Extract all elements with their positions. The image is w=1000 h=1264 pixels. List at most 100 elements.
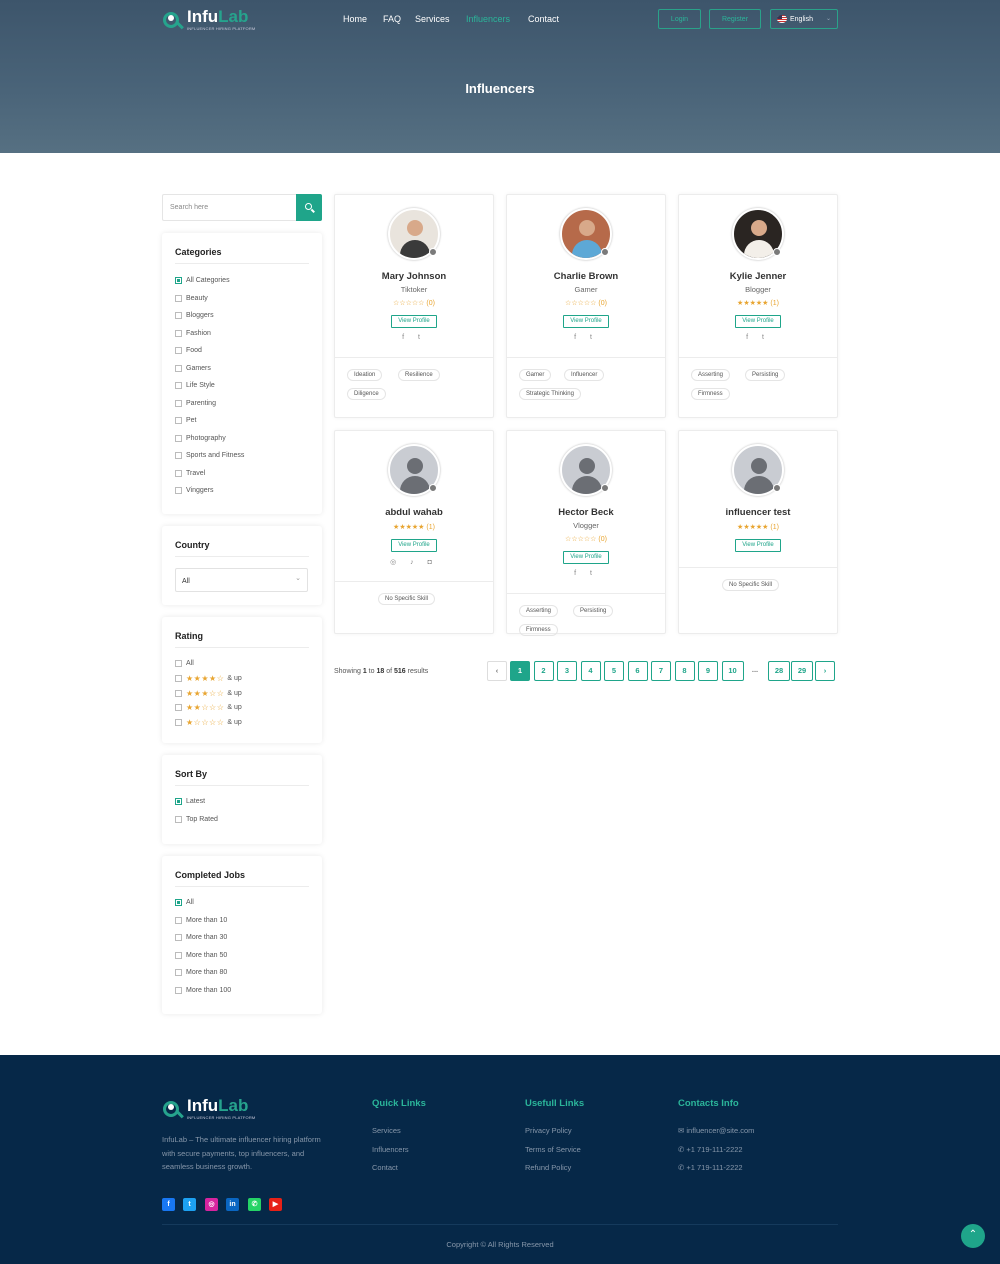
- categories-option[interactable]: Food: [175, 347, 202, 354]
- influencer-name[interactable]: Charlie Brown: [507, 271, 665, 282]
- next-page-button[interactable]: ›: [815, 661, 835, 681]
- contact-item[interactable]: ✆ +1 719-111-2222: [678, 1163, 743, 1172]
- influencer-name[interactable]: influencer test: [679, 507, 837, 518]
- nav-services[interactable]: Services: [415, 14, 450, 24]
- view-profile-button[interactable]: View Profile: [563, 551, 609, 564]
- checkbox[interactable]: [175, 675, 182, 682]
- search-button[interactable]: [296, 194, 322, 221]
- login-button[interactable]: Login: [658, 9, 701, 29]
- checkbox[interactable]: [175, 986, 182, 994]
- checkbox[interactable]: [175, 487, 182, 494]
- rating-option-all[interactable]: All: [175, 660, 194, 667]
- influencer-name[interactable]: Kylie Jenner: [679, 271, 837, 282]
- whatsapp-icon[interactable]: ✆: [248, 1198, 261, 1211]
- page-button-28[interactable]: 28: [768, 661, 790, 681]
- checkbox[interactable]: [175, 934, 182, 941]
- checkbox[interactable]: [175, 815, 182, 823]
- rating-option-1[interactable]: ★☆☆☆☆ & up: [175, 718, 242, 727]
- categories-option[interactable]: Travel: [175, 469, 205, 477]
- jobs-option[interactable]: More than 100: [175, 986, 231, 994]
- contact-item[interactable]: ✆ +1 719-111-2222: [678, 1145, 743, 1154]
- register-button[interactable]: Register: [709, 9, 761, 29]
- view-profile-button[interactable]: View Profile: [391, 539, 437, 552]
- footer-logo[interactable]: InfuLab INFLUENCER HIRING PLATFORM: [162, 1097, 255, 1120]
- nav-contact[interactable]: Contact: [528, 14, 559, 24]
- checkbox[interactable]: [175, 689, 182, 697]
- social-icons[interactable]: f t: [507, 570, 665, 577]
- categories-option[interactable]: Pet: [175, 417, 197, 424]
- footer-link[interactable]: Influencers: [372, 1145, 409, 1154]
- categories-option[interactable]: Fashion: [175, 329, 211, 337]
- page-button-2[interactable]: 2: [533, 661, 554, 681]
- page-button-4[interactable]: 4: [580, 661, 601, 681]
- contact-item[interactable]: ✉ influencer@site.com: [678, 1126, 754, 1135]
- checkbox[interactable]: [175, 469, 182, 477]
- youtube-icon[interactable]: ▶: [269, 1198, 282, 1211]
- jobs-option[interactable]: More than 30: [175, 934, 227, 941]
- country-select[interactable]: All ⌄: [175, 568, 308, 592]
- language-select[interactable]: English ⌄: [770, 9, 838, 29]
- categories-option[interactable]: Vinggers: [175, 487, 214, 494]
- twitter-icon[interactable]: t: [183, 1198, 196, 1211]
- page-button-5[interactable]: 5: [604, 661, 624, 681]
- footer-link[interactable]: Privacy Policy: [525, 1126, 572, 1135]
- footer-link[interactable]: Contact: [372, 1163, 398, 1172]
- checkbox[interactable]: [175, 399, 182, 407]
- checkbox[interactable]: [175, 899, 182, 906]
- checkbox[interactable]: [175, 364, 182, 372]
- checkbox[interactable]: [175, 329, 182, 337]
- checkbox[interactable]: [175, 312, 182, 319]
- checkbox[interactable]: [175, 452, 182, 459]
- checkbox[interactable]: [175, 347, 182, 354]
- checkbox[interactable]: [175, 382, 182, 389]
- jobs-option[interactable]: More than 80: [175, 969, 227, 976]
- jobs-option[interactable]: All: [175, 899, 194, 906]
- checkbox[interactable]: [175, 969, 182, 976]
- checkbox[interactable]: [175, 704, 182, 711]
- page-button-6[interactable]: 6: [627, 661, 648, 681]
- facebook-icon[interactable]: f: [162, 1198, 175, 1211]
- scroll-top-button[interactable]: ⌃: [961, 1224, 985, 1248]
- categories-option[interactable]: Beauty: [175, 294, 208, 302]
- checkbox[interactable]: [175, 277, 182, 284]
- checkbox[interactable]: [175, 434, 182, 442]
- categories-option[interactable]: Photography: [175, 434, 226, 442]
- brand-logo[interactable]: InfuLab INFLUENCER HIRING PLATFORM: [162, 8, 255, 31]
- social-icons[interactable]: ◎ ♪ ◘: [335, 558, 493, 566]
- categories-option[interactable]: Parenting: [175, 399, 216, 407]
- nav-faq[interactable]: FAQ: [383, 14, 401, 24]
- rating-option-4[interactable]: ★★★★☆ & up: [175, 674, 242, 683]
- page-button-1[interactable]: 1: [510, 661, 530, 681]
- page-button-8[interactable]: 8: [674, 661, 695, 681]
- jobs-option[interactable]: More than 50: [175, 951, 227, 959]
- influencer-name[interactable]: abdul wahab: [335, 507, 493, 518]
- footer-link[interactable]: Services: [372, 1126, 401, 1135]
- checkbox[interactable]: [175, 718, 182, 726]
- social-icons[interactable]: f t: [335, 334, 493, 341]
- rating-option-3[interactable]: ★★★☆☆ & up: [175, 689, 242, 698]
- page-button-7[interactable]: 7: [651, 661, 671, 681]
- influencer-name[interactable]: Hector Beck: [507, 507, 665, 518]
- sort-option[interactable]: Latest: [175, 798, 205, 805]
- view-profile-button[interactable]: View Profile: [735, 315, 781, 328]
- page-button-9[interactable]: 9: [698, 661, 718, 681]
- social-icons[interactable]: f t: [507, 334, 665, 341]
- checkbox[interactable]: [175, 916, 182, 924]
- rating-option-2[interactable]: ★★☆☆☆ & up: [175, 703, 242, 712]
- social-icons[interactable]: f t: [679, 334, 837, 341]
- categories-option[interactable]: Sports and Fitness: [175, 452, 244, 459]
- page-button-29[interactable]: 29: [791, 661, 813, 681]
- view-profile-button[interactable]: View Profile: [391, 315, 437, 328]
- page-button-3[interactable]: 3: [557, 661, 577, 681]
- checkbox[interactable]: [175, 660, 182, 667]
- categories-option[interactable]: Gamers: [175, 364, 211, 372]
- search-input[interactable]: Search here: [170, 204, 208, 211]
- influencer-name[interactable]: Mary Johnson: [335, 271, 493, 282]
- linkedin-icon[interactable]: in: [226, 1198, 239, 1211]
- checkbox[interactable]: [175, 294, 182, 302]
- sort-option[interactable]: Top Rated: [175, 815, 218, 823]
- nav-influencers[interactable]: Influencers: [466, 14, 510, 24]
- checkbox[interactable]: [175, 951, 182, 959]
- prev-page-button[interactable]: ‹: [487, 661, 507, 681]
- instagram-icon[interactable]: ◎: [205, 1198, 218, 1211]
